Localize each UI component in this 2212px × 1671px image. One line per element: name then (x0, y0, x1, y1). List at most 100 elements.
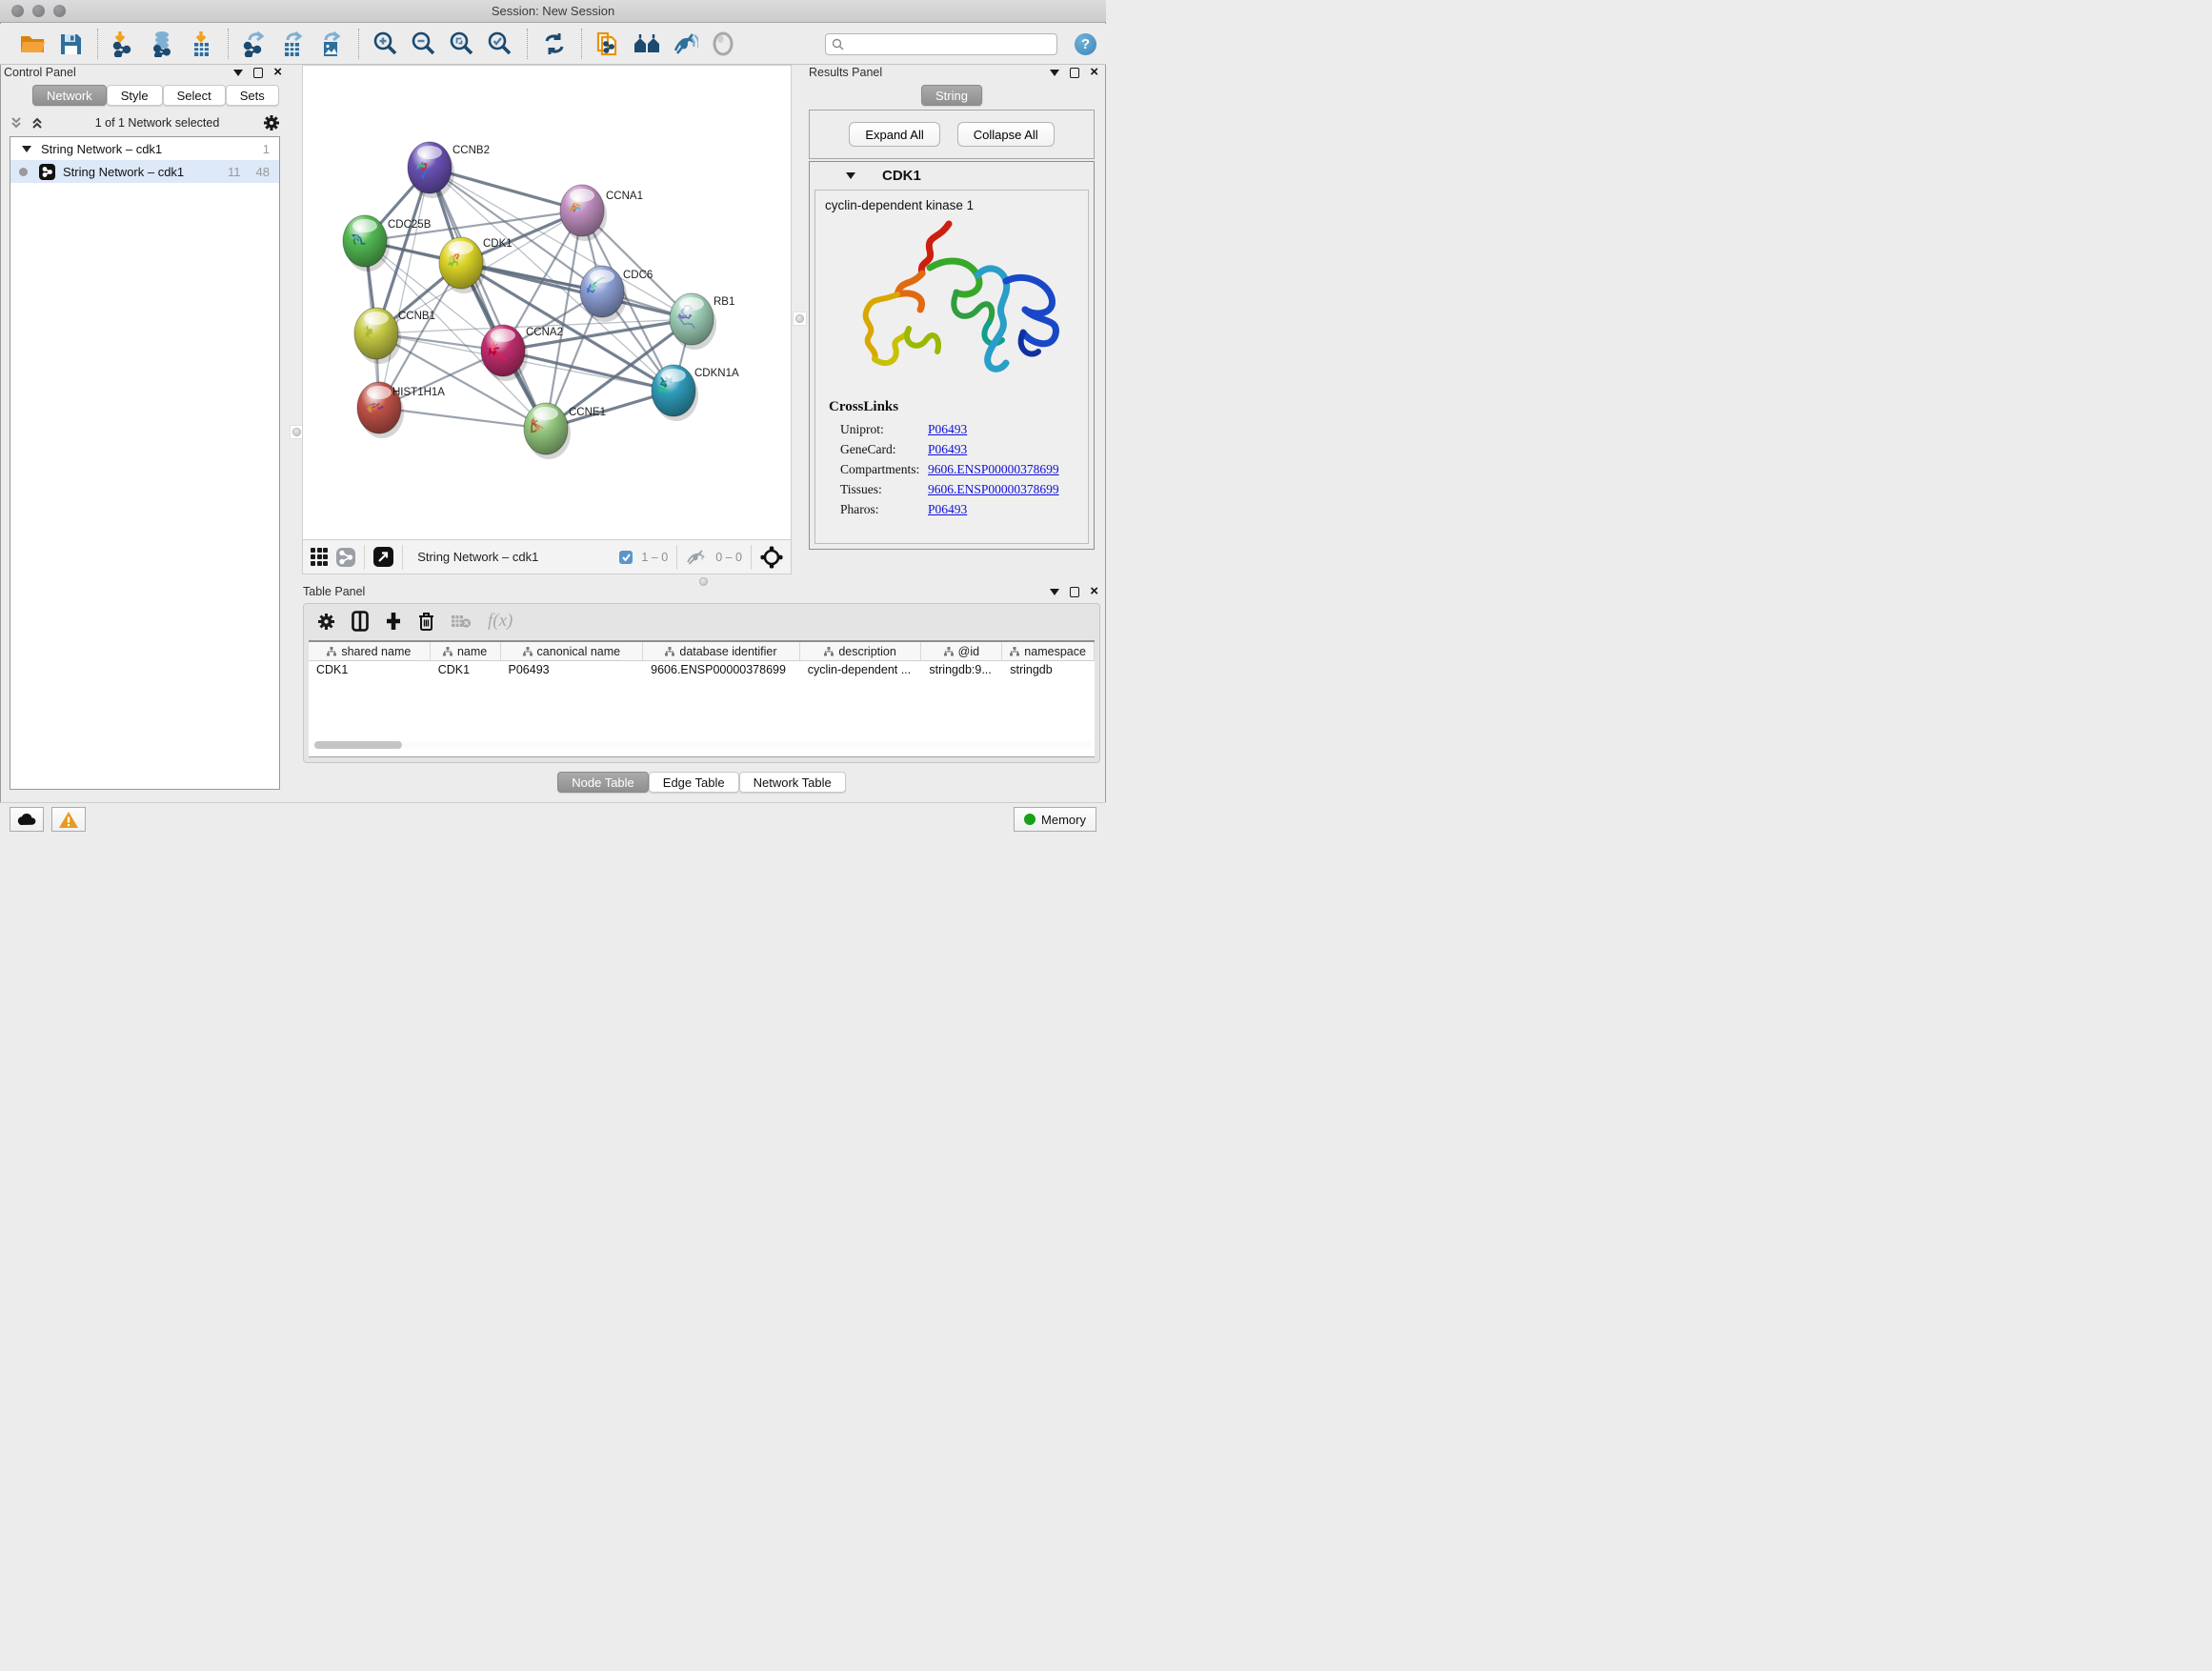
results-panel-close-icon[interactable]: × (1090, 68, 1098, 77)
network-edge[interactable] (461, 263, 692, 319)
expand-all-networks-icon[interactable] (30, 116, 44, 130)
search-input[interactable] (849, 37, 1051, 50)
refresh-icon[interactable] (540, 30, 569, 58)
zoom-in-icon[interactable] (372, 30, 400, 58)
collapse-all-button[interactable]: Collapse All (957, 122, 1055, 147)
minimize-window-button[interactable] (32, 5, 45, 17)
node-table[interactable]: shared namenamecanonical namedatabase id… (309, 640, 1095, 757)
network-edge[interactable] (379, 408, 546, 429)
column-header[interactable]: description (800, 642, 922, 660)
column-header[interactable]: canonical name (501, 642, 644, 660)
close-window-button[interactable] (11, 5, 24, 17)
add-column-icon[interactable] (385, 612, 402, 631)
network-edge[interactable] (430, 168, 546, 429)
table-cell[interactable]: CDK1 (309, 661, 431, 681)
crosslink-link[interactable]: 9606.ENSP00000378699 (928, 459, 1059, 479)
table-cell[interactable]: 9606.ENSP00000378699 (643, 661, 800, 681)
expand-all-button[interactable]: Expand All (849, 122, 939, 147)
table-cell[interactable]: CDK1 (431, 661, 501, 681)
clone-network-icon[interactable] (594, 30, 623, 58)
collapse-all-networks-icon[interactable] (10, 116, 23, 130)
network-node-ccna2[interactable]: CCNA2 (481, 325, 563, 381)
tab-string-results[interactable]: String (921, 85, 982, 106)
delete-table-icon[interactable] (451, 614, 472, 629)
homes-icon[interactable] (633, 30, 661, 58)
tab-style[interactable]: Style (107, 85, 163, 106)
network-collection-row[interactable]: String Network – cdk1 1 (10, 137, 279, 160)
results-panel-menu-icon[interactable] (1050, 70, 1059, 76)
export-image-icon[interactable] (317, 30, 346, 58)
control-panel-close-icon[interactable]: × (273, 68, 282, 77)
import-table-icon[interactable] (187, 30, 215, 58)
cloud-button[interactable] (10, 807, 44, 832)
show-grid-icon[interactable] (311, 548, 328, 565)
zoom-out-icon[interactable] (410, 30, 438, 58)
control-panel-menu-icon[interactable] (233, 70, 243, 76)
table-hscrollbar-thumb[interactable] (314, 741, 402, 749)
delete-column-icon[interactable] (418, 612, 434, 632)
table-panel-menu-icon[interactable] (1050, 589, 1059, 595)
tab-edge-table[interactable]: Edge Table (649, 772, 739, 793)
export-network-icon[interactable] (241, 30, 270, 58)
network-row[interactable]: String Network – cdk1 11 48 (10, 160, 279, 183)
tab-network[interactable]: Network (32, 85, 107, 106)
toolbar-search[interactable] (825, 33, 1057, 55)
hide-panels-icon[interactable] (671, 30, 699, 58)
control-panel-float-icon[interactable] (253, 68, 263, 78)
memory-button[interactable]: Memory (1014, 807, 1096, 832)
gene-collapse-icon[interactable] (846, 172, 855, 179)
table-hscrollbar[interactable] (312, 741, 1091, 749)
table-cell[interactable]: P06493 (501, 661, 644, 681)
network-node-rb1[interactable]: RB1 (670, 293, 734, 350)
open-session-icon[interactable] (18, 30, 47, 58)
network-node-cdkn1a[interactable]: CDKN1A (652, 365, 739, 421)
column-header[interactable]: @id (921, 642, 1002, 660)
table-cell[interactable]: cyclin-dependent ... (800, 661, 922, 681)
warning-button[interactable] (51, 807, 86, 832)
table-cell[interactable]: stringdb (1002, 661, 1095, 681)
crosslink-link[interactable]: P06493 (928, 439, 967, 459)
detach-view-icon[interactable] (373, 547, 393, 567)
network-node-ccne1[interactable]: CCNE1 (524, 403, 606, 459)
collection-expand-icon[interactable] (22, 146, 31, 152)
network-node-cdc25b[interactable]: CDC25B (343, 215, 432, 272)
show-panels-icon[interactable] (709, 30, 737, 58)
zoom-selected-icon[interactable] (486, 30, 514, 58)
network-options-gear-icon[interactable] (263, 114, 280, 131)
network-node-hist1h1a[interactable]: HIST1H1A (357, 382, 445, 438)
export-table-icon[interactable] (279, 30, 308, 58)
column-header[interactable]: database identifier (643, 642, 800, 660)
birdseye-icon[interactable] (760, 546, 783, 569)
table-panel-close-icon[interactable]: × (1090, 587, 1098, 596)
zoom-fit-icon[interactable] (448, 30, 476, 58)
show-columns-icon[interactable] (352, 611, 369, 632)
hidden-eye-icon[interactable] (686, 550, 707, 565)
crosslink-link[interactable]: 9606.ENSP00000378699 (928, 479, 1059, 499)
save-session-icon[interactable] (56, 30, 85, 58)
zoom-window-button[interactable] (53, 5, 66, 17)
network-node-cdk1[interactable]: CDK1 (439, 237, 513, 293)
window-controls[interactable] (11, 5, 66, 17)
crosslink-link[interactable]: P06493 (928, 499, 967, 519)
network-node-ccnb2[interactable]: CCNB2 (408, 142, 490, 198)
network-edge[interactable] (379, 168, 430, 408)
column-header[interactable]: shared name (309, 642, 431, 660)
tab-select[interactable]: Select (163, 85, 226, 106)
column-header[interactable]: name (431, 642, 501, 660)
help-icon[interactable]: ? (1075, 33, 1096, 55)
results-panel-float-icon[interactable] (1070, 68, 1079, 78)
column-header[interactable]: namespace (1002, 642, 1095, 660)
tab-network-table[interactable]: Network Table (739, 772, 846, 793)
tab-node-table[interactable]: Node Table (557, 772, 649, 793)
table-options-gear-icon[interactable] (317, 613, 335, 631)
selected-nodes-checkbox[interactable] (619, 551, 633, 564)
function-builder-icon[interactable]: f(x) (488, 611, 513, 632)
import-network-icon[interactable] (111, 30, 139, 58)
import-database-icon[interactable] (149, 30, 177, 58)
network-node-ccna1[interactable]: CCNA1 (560, 185, 643, 241)
crosslink-link[interactable]: P06493 (928, 419, 967, 439)
table-row[interactable]: CDK1CDK1P064939606.ENSP00000378699cyclin… (309, 661, 1095, 681)
table-cell[interactable]: stringdb:9... (921, 661, 1002, 681)
tab-sets[interactable]: Sets (226, 85, 279, 106)
network-node-cdc6[interactable]: CDC6 (580, 266, 653, 322)
